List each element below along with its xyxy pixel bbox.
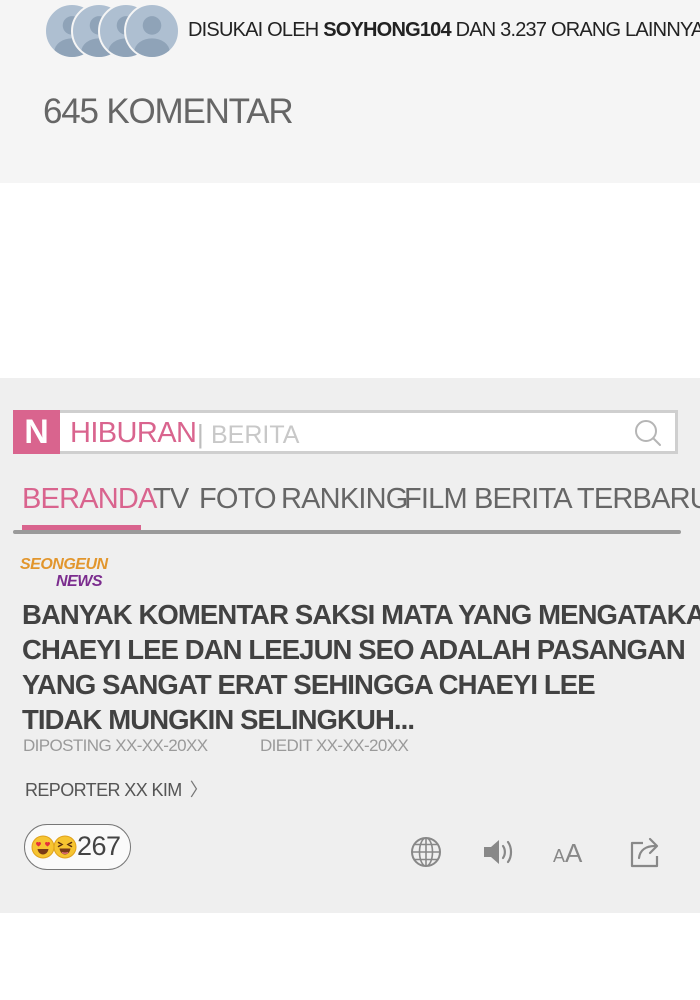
brand-line1: SEONGEUN: [20, 556, 108, 573]
site-logo[interactable]: N: [13, 410, 60, 454]
tab-foto[interactable]: FOTO: [199, 483, 277, 516]
reporter-link[interactable]: REPORTER XX KIM 〉: [25, 776, 208, 802]
speaker-icon: [484, 840, 513, 864]
translate-button[interactable]: [408, 834, 444, 870]
font-size-button[interactable]: A A: [553, 836, 589, 870]
tab-film[interactable]: FILM: [404, 483, 468, 516]
avatar: [124, 3, 180, 59]
chevron-right-icon: 〉: [189, 780, 208, 800]
article-headline[interactable]: BANYAK KOMENTAR SAKSI MATA YANG MENGATAK…: [22, 597, 700, 737]
heart-eyes-emoji-icon: [31, 835, 55, 859]
headline-line: BANYAK KOMENTAR SAKSI MATA YANG MENGATAK…: [22, 599, 700, 630]
likes-prefix: DISUKAI OLEH: [188, 19, 324, 41]
headline-line: YANG SANGAT ERAT SEHINGGA CHAEYI LEE: [22, 669, 596, 700]
search-icon[interactable]: [633, 418, 663, 448]
subsection-title[interactable]: BERITA: [211, 421, 299, 450]
font-size-small-label: A: [553, 846, 566, 866]
headline-line: TIDAK MUNGKIN SELINGKUH...: [22, 704, 415, 735]
share-button[interactable]: [628, 834, 664, 870]
tab-ranking[interactable]: RANKING: [281, 483, 408, 516]
likes-user[interactable]: SOYHONG104: [323, 19, 451, 41]
news-brand-logo: SEONGEUN NEWS: [20, 556, 120, 592]
font-size-large-label: A: [565, 838, 583, 868]
liker-avatars[interactable]: [44, 3, 184, 59]
search-bar[interactable]: N HIBURAN | BERITA: [13, 410, 678, 454]
laughing-emoji-icon: [53, 835, 77, 859]
reaction-count: 267: [77, 831, 121, 861]
tab-tv[interactable]: TV: [153, 483, 189, 516]
edited-date: DIEDIT XX-XX-20XX: [260, 736, 409, 755]
brand-line2: NEWS: [56, 573, 103, 590]
reporter-name: REPORTER XX KIM: [25, 780, 182, 800]
share-icon: [630, 837, 659, 868]
comments-count[interactable]: 645 KOMENTAR: [43, 92, 294, 132]
news-panel: N HIBURAN | BERITA BERANDA TV FOTO RANKI…: [0, 378, 700, 913]
text-to-speech-button[interactable]: [481, 834, 517, 870]
tab-beranda[interactable]: BERANDA: [22, 483, 157, 516]
globe-icon: [411, 837, 441, 867]
tab-berita-terbaru[interactable]: BERITA TERBARU: [474, 483, 700, 516]
reaction-button[interactable]: 267: [24, 824, 131, 870]
posted-date: DIPOSTING XX-XX-20XX: [23, 736, 208, 755]
headline-line: CHAEYI LEE DAN LEEJUN SEO ADALAH PASANGA…: [22, 634, 686, 665]
tabs-divider: [13, 530, 681, 534]
likes-text[interactable]: DISUKAI OLEH SOYHONG104 DAN 3.237 ORANG …: [188, 19, 700, 42]
likes-suffix: DAN 3.237 ORANG LAINNYA: [450, 19, 700, 41]
social-panel: DISUKAI OLEH SOYHONG104 DAN 3.237 ORANG …: [0, 0, 700, 183]
section-title[interactable]: HIBURAN: [70, 417, 197, 450]
section-separator: |: [197, 419, 204, 449]
